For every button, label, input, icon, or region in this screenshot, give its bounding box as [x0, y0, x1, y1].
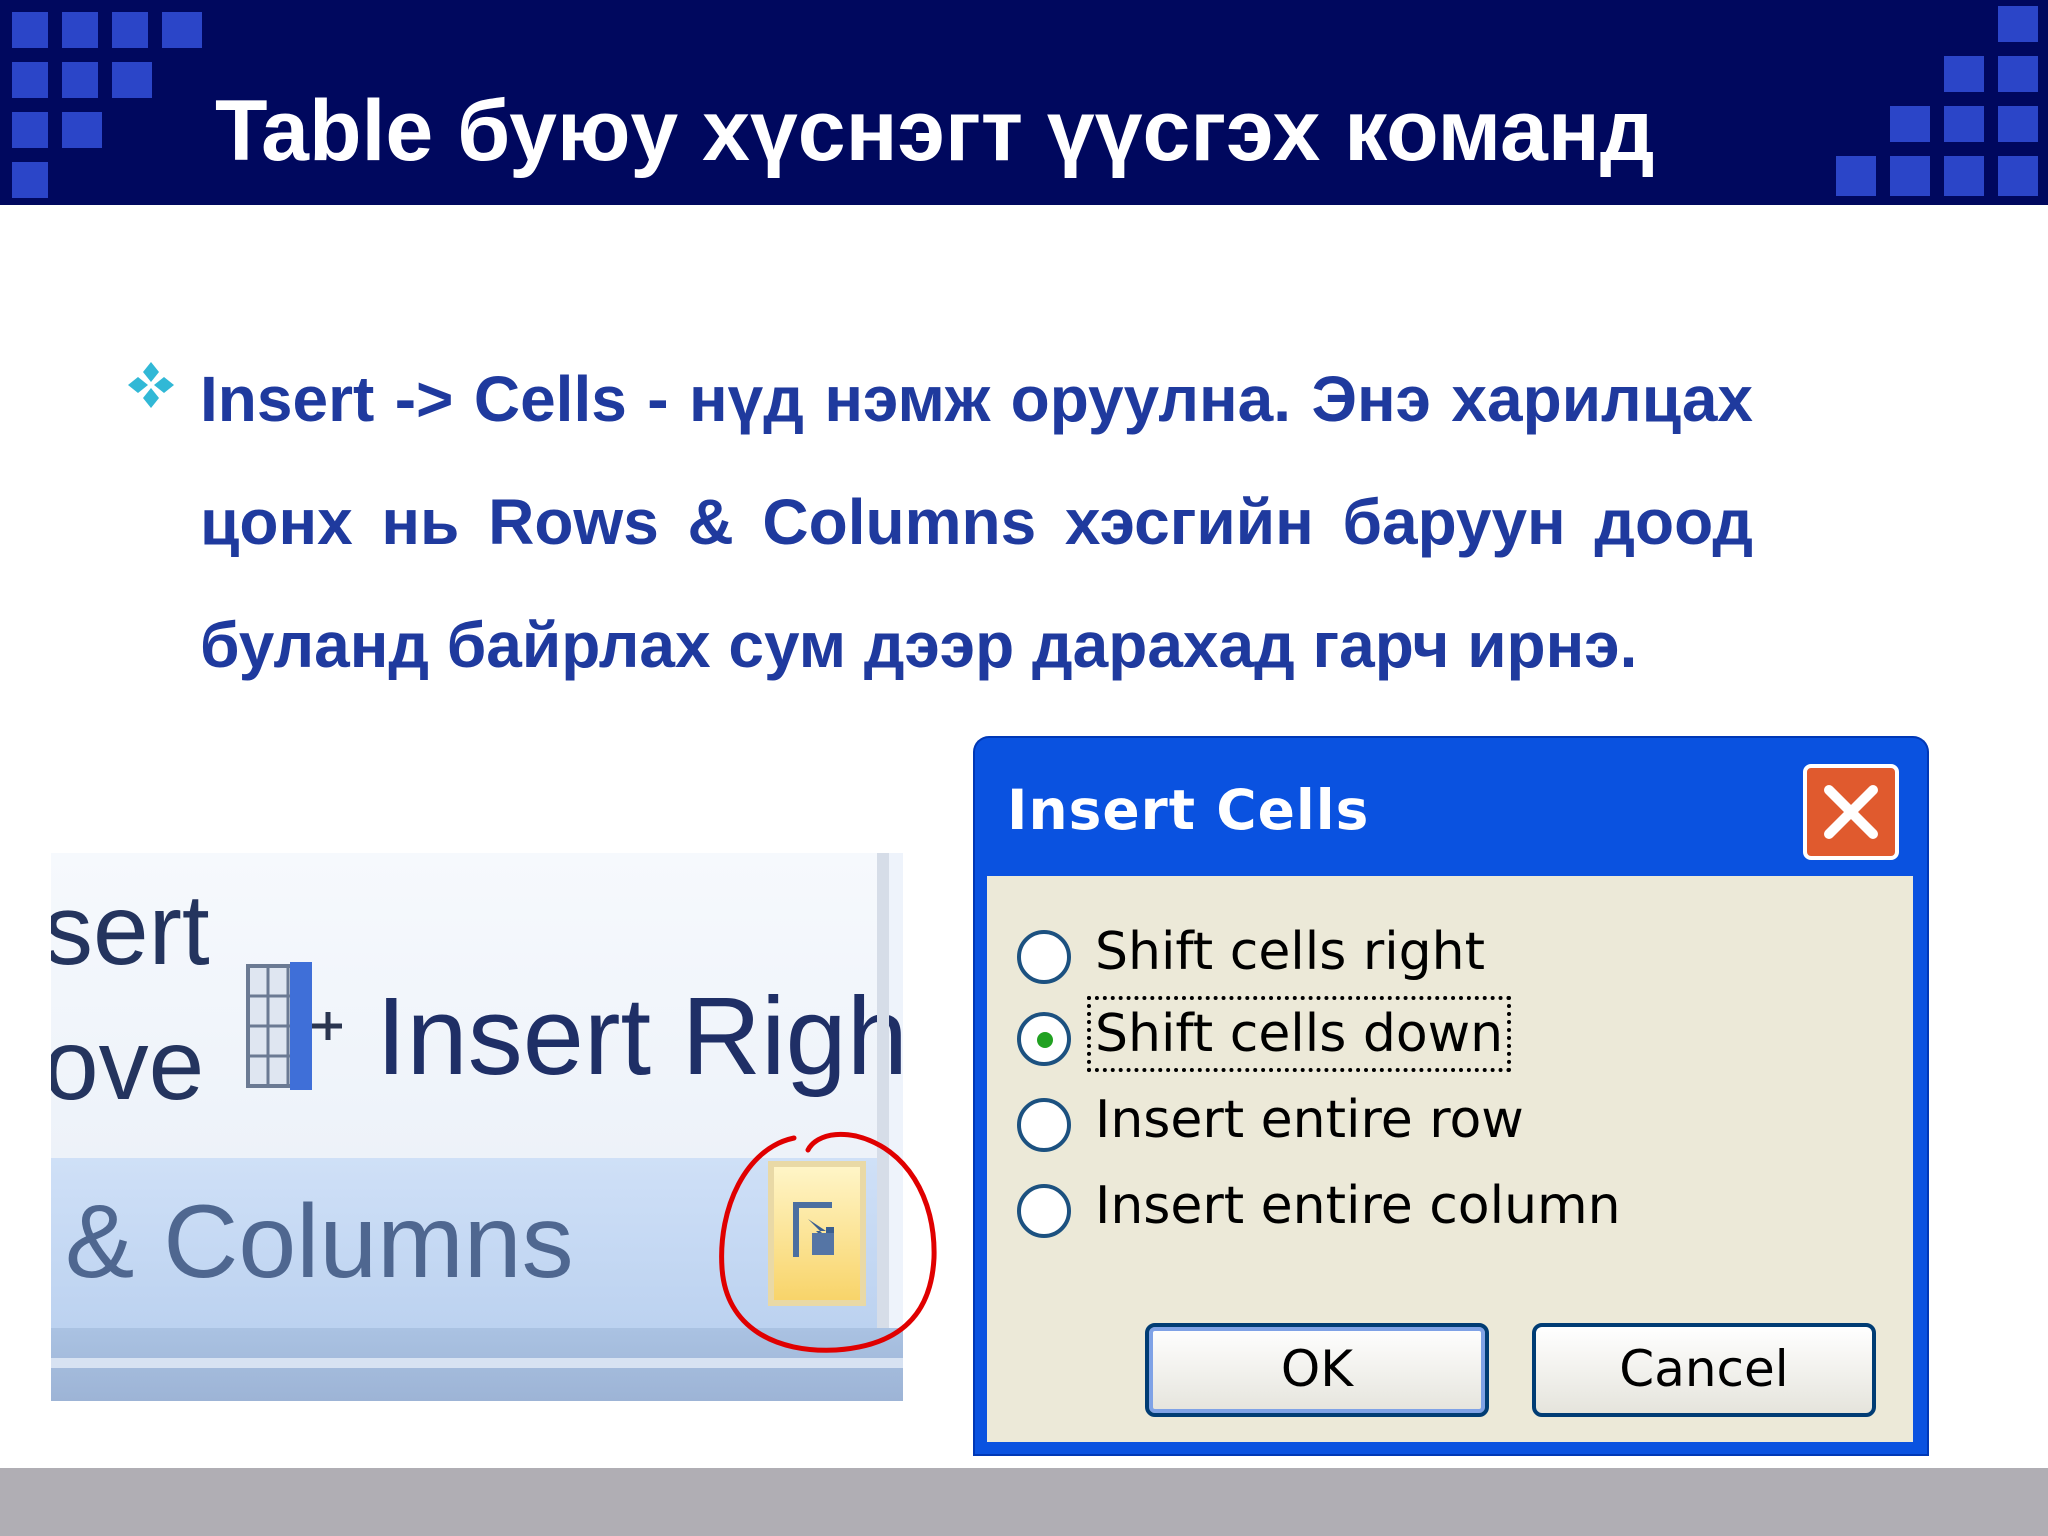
- decor-square: [1998, 6, 2038, 42]
- decor-square: [1998, 156, 2038, 196]
- decor-square: [112, 12, 148, 48]
- decor-square: [1944, 106, 1984, 142]
- decor-square: [62, 112, 102, 148]
- decor-square: [1998, 56, 2038, 92]
- rows-columns-group-label: & Columns: [65, 1184, 574, 1300]
- radio-button[interactable]: [1017, 930, 1071, 984]
- ribbon-bottom-highlight: [51, 1358, 903, 1368]
- decor-square: [1944, 156, 1984, 196]
- radio-selected-dot: [1037, 1032, 1053, 1048]
- decor-square: [1890, 156, 1930, 196]
- slide-title-bar: Table буюу хүснэгт үүсгэх команд: [0, 0, 2048, 205]
- dialog-body: Shift cells right Shift cells down Inser…: [987, 876, 1913, 1442]
- option-label: Insert entire column: [1095, 1176, 1621, 1236]
- decor-square: [1998, 106, 2038, 142]
- decor-square: [12, 112, 48, 148]
- dialog-close-button[interactable]: [1803, 764, 1899, 860]
- close-icon: [1824, 785, 1878, 839]
- decor-square: [162, 12, 202, 48]
- option-label: Shift cells right: [1095, 922, 1485, 982]
- decor-square: [12, 62, 48, 98]
- slide-body-text: Insert -> Cells - нүд нэмж оруулна. Энэ …: [200, 363, 1753, 681]
- slide-footer-strip: [0, 1468, 2048, 1536]
- decor-square: [1944, 56, 1984, 92]
- ok-button[interactable]: OK: [1145, 1323, 1489, 1417]
- radio-button[interactable]: [1017, 1184, 1071, 1238]
- decor-square: [1836, 156, 1876, 196]
- radio-button[interactable]: [1017, 1098, 1071, 1152]
- decor-square: [1890, 106, 1930, 142]
- decor-square: [62, 12, 98, 48]
- radio-button-selected[interactable]: [1017, 1012, 1071, 1066]
- insert-cells-dialog: Insert Cells Shift cells right Shift cel…: [975, 738, 1927, 1454]
- cancel-button[interactable]: Cancel: [1532, 1323, 1876, 1417]
- dialog-title: Insert Cells: [1007, 778, 1370, 842]
- decor-square: [12, 162, 48, 198]
- decor-square: [62, 62, 98, 98]
- highlight-circle: [719, 1132, 937, 1353]
- option-label: Shift cells down: [1086, 996, 1512, 1072]
- four-diamond-bullet-icon: [128, 362, 174, 408]
- decor-square: [112, 62, 152, 98]
- ribbon-above-fragment: ove: [51, 1009, 205, 1121]
- decor-square: [12, 12, 48, 48]
- option-label: Insert entire row: [1095, 1090, 1524, 1150]
- slide-title: Table буюу хүснэгт үүсгэх команд: [215, 83, 1655, 179]
- insert-right-button[interactable]: Insert Right: [376, 973, 903, 1100]
- ribbon-insert-fragment: sert: [51, 874, 210, 986]
- insert-column-right-icon: [246, 962, 342, 1090]
